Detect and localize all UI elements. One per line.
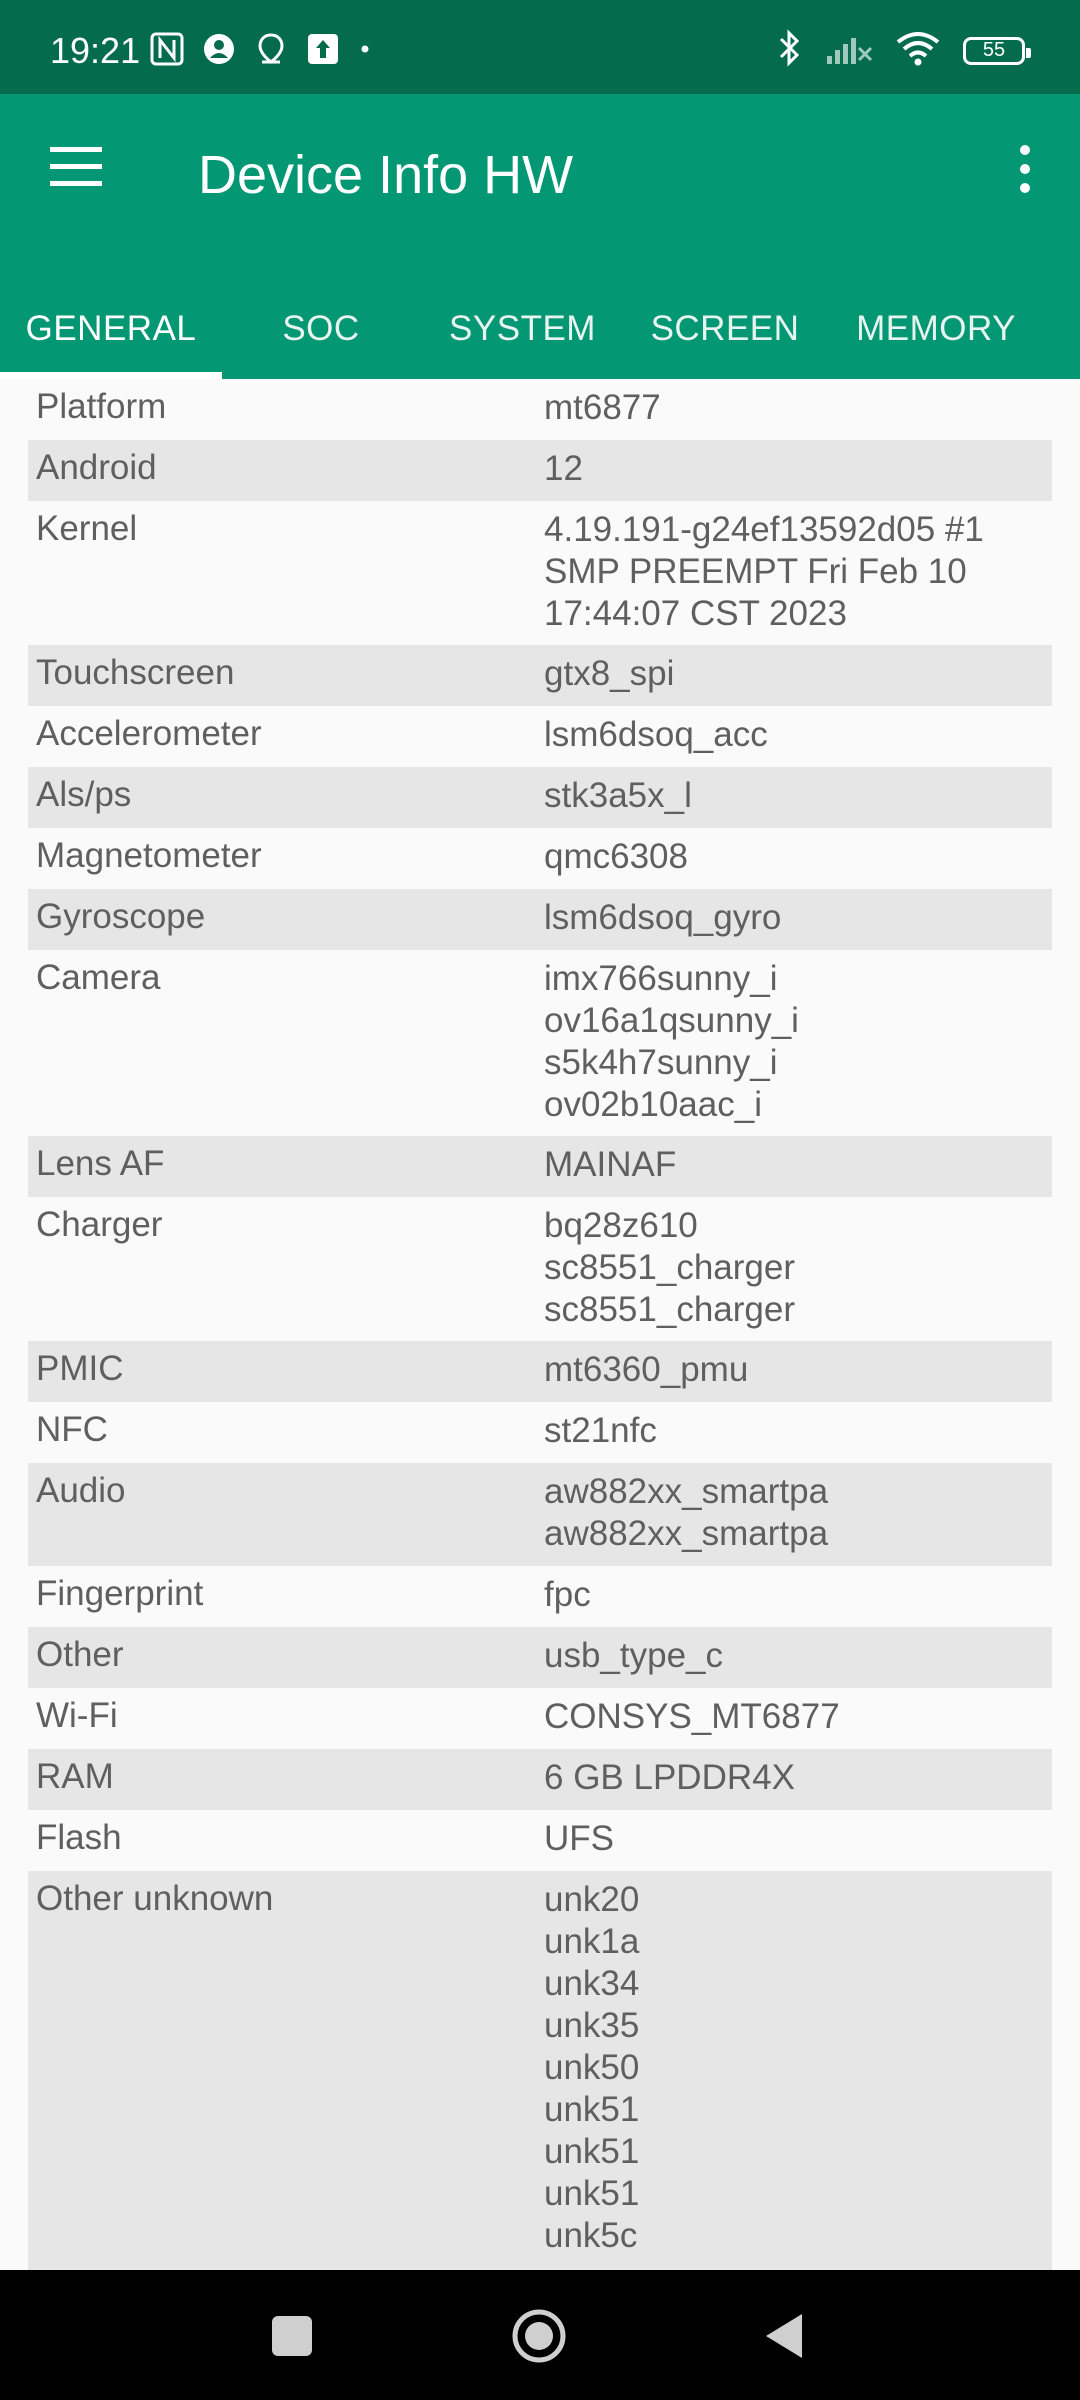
wifi-icon [895, 30, 941, 71]
row-label: Lens AF [36, 1144, 165, 1183]
status-time: 19:21 [50, 30, 141, 71]
location-icon [254, 32, 288, 71]
row-value: mt6877 [544, 388, 661, 427]
row-label: Platform [36, 387, 167, 426]
row-label: Other unknown [36, 1879, 274, 1918]
cell-signal-off-icon [825, 30, 873, 71]
upload-icon [306, 32, 340, 71]
row-other-unknown: Other unknown unk20 unk1a unk34 unk35 un… [28, 1871, 1052, 2270]
app-bar: Device Info HW GENERAL SOC SYSTEM SCREEN… [0, 94, 1080, 379]
row-label: Other [36, 1635, 124, 1674]
row-platform: Platform mt6877 [28, 379, 1052, 440]
more-vert-icon[interactable] [1018, 144, 1032, 194]
home-circle-icon[interactable] [510, 2308, 568, 2369]
row-value: st21nfc [544, 1411, 657, 1450]
row-value: fpc [544, 1575, 591, 1614]
row-value: UFS [544, 1819, 614, 1858]
row-label: PMIC [36, 1349, 124, 1388]
row-label: RAM [36, 1757, 114, 1796]
row-value: MAINAF [544, 1145, 677, 1184]
row-label: Als/ps [36, 775, 132, 814]
row-als-ps: Als/ps stk3a5x_l [28, 767, 1052, 828]
row-android: Android 12 [28, 440, 1052, 501]
row-label: Fingerprint [36, 1574, 204, 1613]
tab-indicator [0, 372, 222, 379]
tab-system[interactable]: SYSTEM [420, 284, 625, 374]
hamburger-menu-icon[interactable] [48, 144, 106, 188]
row-audio: Audio aw882xx_smartpa aw882xx_smartpa [28, 1463, 1052, 1566]
row-value: imx766sunny_i ov16a1qsunny_i s5k4h7sunny… [544, 959, 799, 1124]
row-label: Gyroscope [36, 897, 206, 936]
app-title: Device Info HW [198, 145, 574, 205]
row-value: bq28z610 sc8551_charger sc8551_charger [544, 1206, 795, 1329]
row-gyroscope: Gyroscope lsm6dsoq_gyro [28, 889, 1052, 950]
row-value: CONSYS_MT6877 [544, 1697, 840, 1736]
dot-icon [358, 32, 372, 71]
row-value: 4.19.191-g24ef13592d05 #1 SMP PREEMPT Fr… [544, 510, 984, 633]
row-label: Kernel [36, 509, 138, 548]
row-label: Accelerometer [36, 714, 262, 753]
row-other: Other usb_type_c [28, 1627, 1052, 1688]
tab-soc[interactable]: SOC [222, 284, 420, 374]
row-value: stk3a5x_l [544, 776, 692, 815]
row-charger: Charger bq28z610 sc8551_charger sc8551_c… [28, 1197, 1052, 1341]
row-value: qmc6308 [544, 837, 688, 876]
row-label: Camera [36, 958, 161, 997]
nfc-icon [150, 32, 184, 71]
row-camera: Camera imx766sunny_i ov16a1qsunny_i s5k4… [28, 950, 1052, 1136]
row-value: lsm6dsoq_acc [544, 715, 768, 754]
row-magnetometer: Magnetometer qmc6308 [28, 828, 1052, 889]
battery-level: 55 [982, 39, 1006, 61]
row-kernel: Kernel 4.19.191-g24ef13592d05 #1 SMP PRE… [28, 501, 1052, 645]
navigation-bar [0, 2270, 1080, 2400]
bluetooth-icon [777, 28, 803, 73]
tab-screen-label: SCREEN [650, 309, 800, 348]
status-bar: 19:21 55 [0, 0, 1080, 94]
row-value: mt6360_pmu [544, 1350, 749, 1389]
recents-square-icon[interactable] [270, 2308, 314, 2369]
tab-soc-label: SOC [282, 309, 360, 348]
row-ram: RAM 6 GB LPDDR4X [28, 1749, 1052, 1810]
row-label: Audio [36, 1471, 126, 1510]
tab-general[interactable]: GENERAL [0, 284, 222, 374]
tab-system-label: SYSTEM [449, 309, 596, 348]
tab-general-label: GENERAL [25, 309, 197, 348]
tab-screen[interactable]: SCREEN [625, 284, 825, 374]
row-value: aw882xx_smartpa aw882xx_smartpa [544, 1472, 829, 1553]
row-value: 6 GB LPDDR4X [544, 1758, 795, 1797]
row-value: 12 [544, 449, 583, 488]
battery-icon: 55 [963, 36, 1031, 65]
account-icon [202, 32, 236, 71]
tab-memory-label: MEMORY [856, 309, 1016, 348]
row-label: Flash [36, 1818, 122, 1857]
row-label: Touchscreen [36, 653, 235, 692]
row-label: Android [36, 448, 157, 487]
row-touchscreen: Touchscreen gtx8_spi [28, 645, 1052, 706]
row-label: Magnetometer [36, 836, 262, 875]
tab-memory[interactable]: MEMORY [825, 284, 1047, 374]
row-value: gtx8_spi [544, 654, 675, 693]
row-label: Wi-Fi [36, 1696, 118, 1735]
info-list[interactable]: Platform mt6877 Android 12 Kernel 4.19.1… [0, 379, 1080, 2270]
row-value: unk20 unk1a unk34 unk35 unk50 unk51 unk5… [544, 1880, 640, 2255]
row-value: usb_type_c [544, 1636, 724, 1675]
tab-bar: GENERAL SOC SYSTEM SCREEN MEMORY [0, 284, 1080, 374]
row-nfc: NFC st21nfc [28, 1402, 1052, 1463]
row-fingerprint: Fingerprint fpc [28, 1566, 1052, 1627]
row-flash: Flash UFS [28, 1810, 1052, 1871]
row-label: NFC [36, 1410, 108, 1449]
row-wifi: Wi-Fi CONSYS_MT6877 [28, 1688, 1052, 1749]
row-value: lsm6dsoq_gyro [544, 898, 782, 937]
row-label: Charger [36, 1205, 163, 1244]
back-triangle-icon[interactable] [762, 2308, 806, 2369]
row-accelerometer: Accelerometer lsm6dsoq_acc [28, 706, 1052, 767]
row-pmic: PMIC mt6360_pmu [28, 1341, 1052, 1402]
row-lens-af: Lens AF MAINAF [28, 1136, 1052, 1197]
